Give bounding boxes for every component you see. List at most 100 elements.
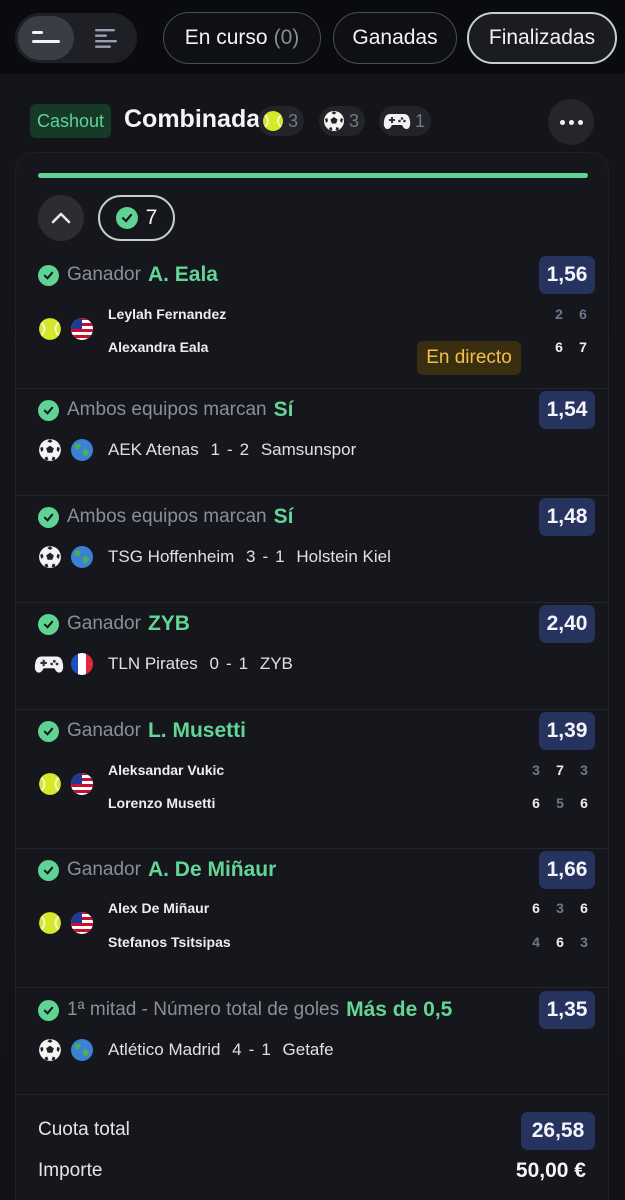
- total-odds-value: 26,58: [521, 1112, 595, 1150]
- won-count: 7: [145, 206, 158, 229]
- compact-view-button[interactable]: [18, 16, 74, 60]
- gamepad-icon: [383, 114, 411, 130]
- us-flag-icon: [70, 911, 94, 935]
- selection-odds: 1,48: [539, 498, 595, 536]
- total-odds-label: Cuota total: [38, 1119, 130, 1140]
- away-score: 1: [275, 547, 285, 566]
- home-score: 3: [246, 547, 256, 566]
- away-team: Holstein Kiel: [296, 547, 391, 566]
- more-dot-icon: [568, 119, 574, 125]
- check-circle-icon: [38, 859, 59, 881]
- collapse-button[interactable]: [38, 195, 84, 241]
- set-score: 5: [556, 795, 564, 811]
- tab-finalizadas-label: Finalizadas: [488, 26, 596, 49]
- check-circle-icon: [115, 207, 138, 229]
- market-name: Ambos equipos marcan: [67, 399, 267, 420]
- more-dot-icon: [577, 119, 583, 125]
- selection-odds: 2,40: [539, 605, 595, 643]
- stake-value: 50,00 €: [515, 1159, 586, 1182]
- market-name: 1ª mitad - Número total de goles: [67, 999, 340, 1020]
- selection-item[interactable]: Ambos equipos marcan Sí 1,48 TSG Hoffenh…: [16, 496, 608, 603]
- selection-item[interactable]: Ganador A. Eala En directo 1,56 Leylah F…: [16, 252, 608, 389]
- player-name: Aleksandar Vukic: [108, 762, 225, 778]
- pick-name: Más de 0,5: [346, 998, 453, 1021]
- selection-header: Ganador A. De Miñaur: [38, 856, 276, 884]
- bet-totals: Cuota total 26,58 Importe 50,00 €: [16, 1094, 608, 1200]
- market-name: Ganador: [67, 264, 141, 285]
- selection-header: Ganador ZYB: [38, 610, 190, 638]
- tab-finalizadas[interactable]: Finalizadas: [467, 12, 617, 64]
- home-team: Atlético Madrid: [108, 1040, 221, 1059]
- soccer-ball-icon: [38, 1038, 62, 1062]
- tennis-count-chip: 3: [258, 106, 305, 136]
- us-flag-icon: [70, 317, 94, 341]
- bet-title: Combinada: [124, 105, 261, 133]
- bet-progress-bar: [38, 173, 588, 178]
- globe-icon: [70, 438, 94, 462]
- selection-item[interactable]: Ambos equipos marcan Sí 1,54 AEK Atenas …: [16, 389, 608, 496]
- player-name: Leylah Fernandez: [108, 306, 227, 322]
- away-score: 1: [238, 654, 249, 673]
- pick-name: Sí: [273, 398, 294, 421]
- selection-item[interactable]: Ganador L. Musetti 1,39 Aleksandar Vukic…: [16, 710, 608, 849]
- tab-en-curso-label: En curso: [184, 26, 268, 49]
- set-score: 3: [580, 934, 588, 950]
- stake-label: Importe: [38, 1160, 103, 1181]
- selection-header: Ambos equipos marcan Sí: [38, 396, 293, 424]
- bet-progress-fill: [38, 173, 588, 178]
- set-score: 6: [580, 795, 588, 811]
- set-score: 2: [555, 306, 563, 322]
- bet-card: Cashout Combinada 3 3 1 7 Ganador A. Eal…: [0, 74, 625, 1200]
- set-score: 6: [580, 900, 588, 916]
- event-line: Atlético Madrid 4-1 Getafe: [108, 1040, 334, 1059]
- live-badge: En directo: [417, 341, 521, 375]
- set-score: 7: [556, 762, 564, 778]
- tab-en-curso-count: (0): [273, 26, 300, 49]
- home-score: 1: [210, 440, 220, 459]
- selection-header: Ambos equipos marcan Sí: [38, 503, 293, 531]
- market-name: Ganador: [67, 613, 141, 634]
- detailed-view-button[interactable]: [78, 16, 134, 60]
- set-score: 3: [556, 900, 564, 916]
- check-circle-icon: [38, 506, 59, 528]
- pick-name: A. Eala: [147, 263, 218, 286]
- home-score: 0: [209, 654, 219, 673]
- tennis-ball-icon: [263, 111, 283, 131]
- gamepad-icon: [33, 652, 65, 676]
- soccer-ball-icon: [324, 111, 344, 131]
- soccer-ball-icon: [38, 438, 62, 462]
- away-team: Getafe: [282, 1040, 334, 1059]
- view-toggle: [15, 13, 137, 63]
- tab-ganadas[interactable]: Ganadas: [333, 12, 457, 64]
- soccer-count: 3: [349, 110, 360, 131]
- away-team: ZYB: [259, 654, 293, 673]
- selection-item[interactable]: Ganador A. De Miñaur 1,66 Alex De Miñaur…: [16, 849, 608, 988]
- home-team: TSG Hoffenheim: [108, 547, 235, 566]
- tab-en-curso[interactable]: En curso (0): [163, 12, 321, 64]
- selection-odds: 1,39: [539, 712, 595, 750]
- home-score: 4: [232, 1040, 242, 1059]
- tennis-ball-icon: [38, 911, 62, 935]
- chevron-up-icon: [51, 212, 71, 224]
- set-score: 6: [556, 934, 564, 950]
- selection-odds: 1,56: [539, 256, 595, 294]
- market-name: Ambos equipos marcan: [67, 506, 267, 527]
- player-name: Alexandra Eala: [108, 339, 209, 355]
- pick-name: A. De Miñaur: [147, 858, 277, 881]
- check-circle-icon: [38, 264, 59, 286]
- selection-odds: 1,35: [539, 991, 595, 1029]
- tab-ganadas-label: Ganadas: [352, 26, 438, 49]
- home-team: TLN Pirates: [108, 654, 198, 673]
- soccer-ball-icon: [38, 545, 62, 569]
- compact-view-icon: [32, 31, 60, 43]
- us-flag-icon: [70, 772, 94, 796]
- more-options-button[interactable]: [548, 99, 594, 145]
- market-name: Ganador: [67, 859, 141, 880]
- globe-icon: [70, 545, 94, 569]
- event-line: TLN Pirates 0-1 ZYB: [108, 654, 293, 673]
- market-name: Ganador: [67, 720, 141, 741]
- check-circle-icon: [38, 999, 59, 1021]
- selection-item[interactable]: Ganador ZYB 2,40 TLN Pirates 0-1 ZYB: [16, 603, 608, 710]
- selection-item[interactable]: 1ª mitad - Número total de goles Más de …: [16, 988, 608, 1094]
- set-score: 3: [532, 762, 540, 778]
